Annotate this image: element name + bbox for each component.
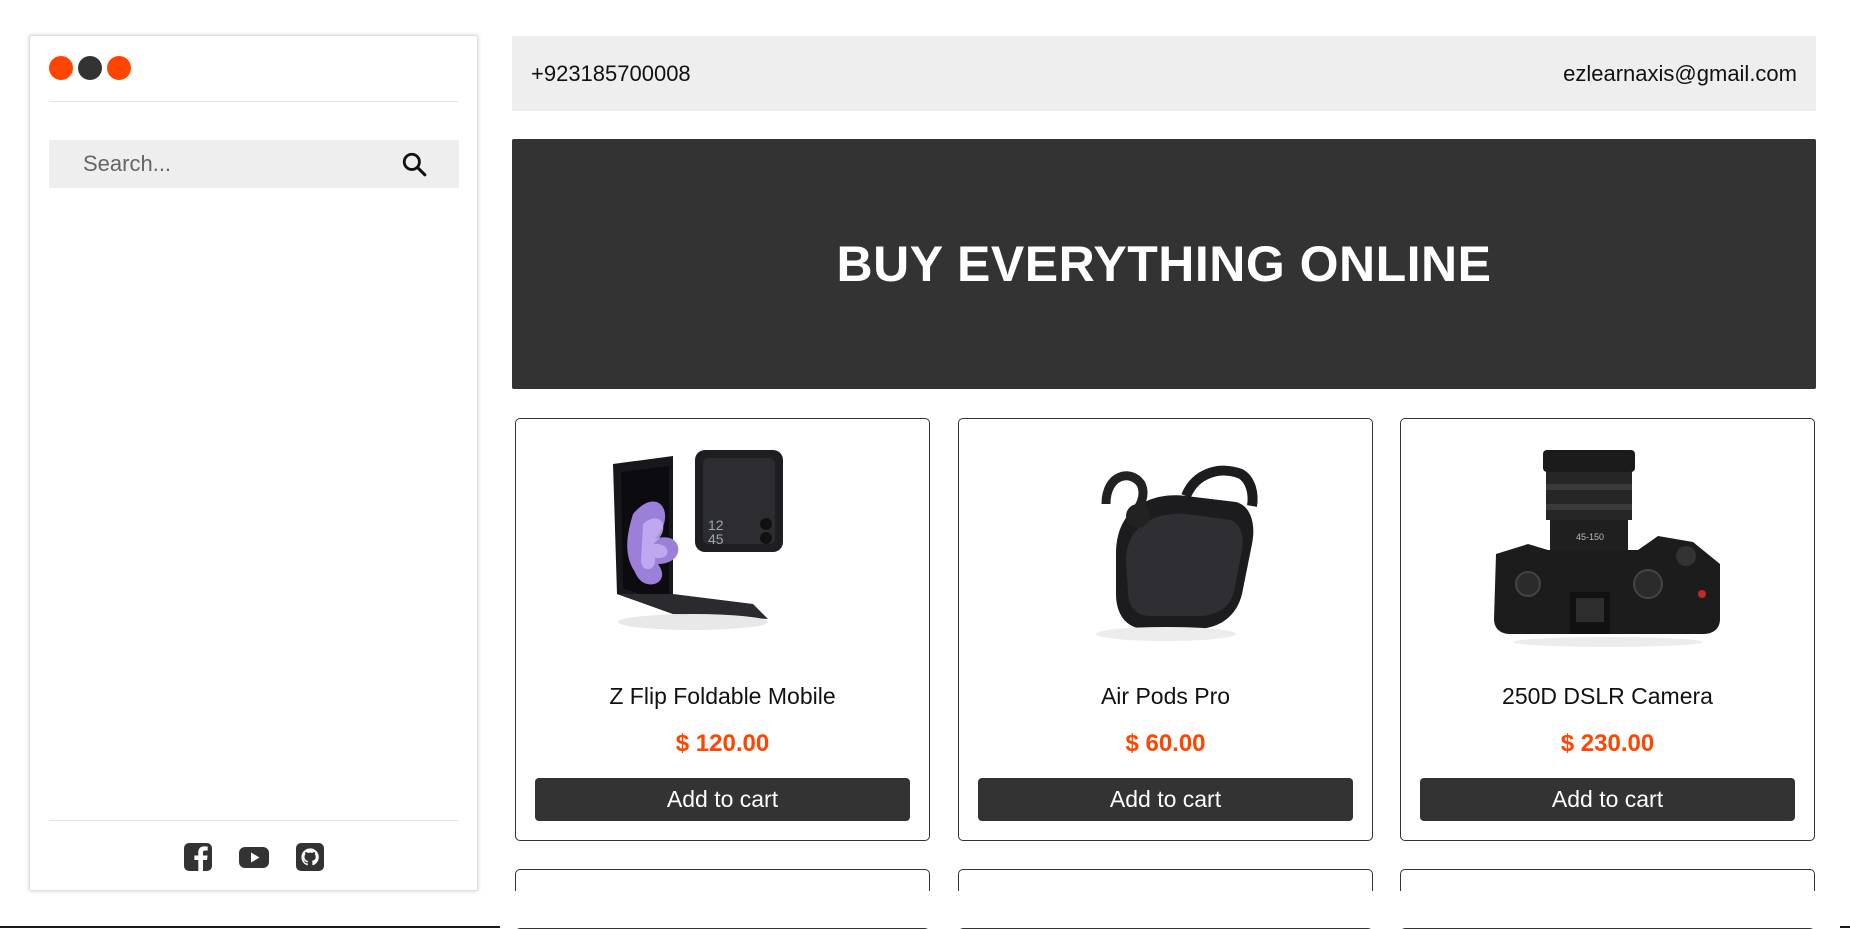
product-name[interactable]: Z Flip Foldable Mobile (516, 683, 929, 710)
add-to-cart-button[interactable]: Add to cart (535, 778, 910, 821)
add-to-cart-button[interactable]: Add to cart (978, 778, 1353, 821)
social-links (30, 841, 477, 873)
product-card: 45-150 250D DSLR Camera $ 230.00 Add to … (1400, 418, 1815, 841)
youtube-icon[interactable] (238, 841, 270, 873)
github-icon[interactable] (294, 841, 326, 873)
logo-dot (78, 56, 102, 80)
add-to-cart-button[interactable]: Add to cart (1420, 778, 1795, 821)
search-box (49, 140, 459, 188)
search-input[interactable] (49, 140, 401, 188)
product-price: $ 120.00 (675, 730, 770, 757)
hero-title: BUY EVERYTHING ONLINE (836, 236, 1492, 292)
sidebar-divider (49, 820, 458, 821)
sidebar-divider (49, 101, 458, 102)
product-name[interactable]: Air Pods Pro (959, 683, 1372, 710)
earbuds-image (1095, 465, 1258, 641)
foldable-phone-image: 12 45 (612, 450, 783, 630)
phone-number[interactable]: +923185700008 (531, 61, 691, 87)
viewport-clip (500, 891, 1840, 928)
product-price: $ 230.00 (1560, 730, 1655, 757)
logo-dot (107, 56, 131, 80)
svg-text:45: 45 (708, 531, 724, 547)
sidebar (29, 35, 478, 891)
svg-text:45-150: 45-150 (1576, 532, 1604, 542)
camera-image: 45-150 (1493, 450, 1720, 647)
product-card: 12 45 Z Flip Foldable Mobile $ 120.00 Ad… (515, 418, 930, 841)
product-name[interactable]: 250D DSLR Camera (1401, 683, 1814, 710)
product-price: $ 60.00 (1125, 730, 1206, 757)
facebook-icon[interactable] (182, 841, 214, 873)
logo-dot (49, 56, 73, 80)
search-icon[interactable] (401, 151, 427, 177)
contact-bar: +923185700008 ezlearnaxis@gmail.com (512, 36, 1816, 111)
logo[interactable] (49, 56, 131, 82)
page: +923185700008 ezlearnaxis@gmail.com BUY … (0, 0, 1850, 929)
hero-banner: BUY EVERYTHING ONLINE (512, 139, 1816, 389)
email-address[interactable]: ezlearnaxis@gmail.com (1563, 61, 1797, 87)
product-card: Air Pods Pro $ 60.00 Add to cart (958, 418, 1373, 841)
